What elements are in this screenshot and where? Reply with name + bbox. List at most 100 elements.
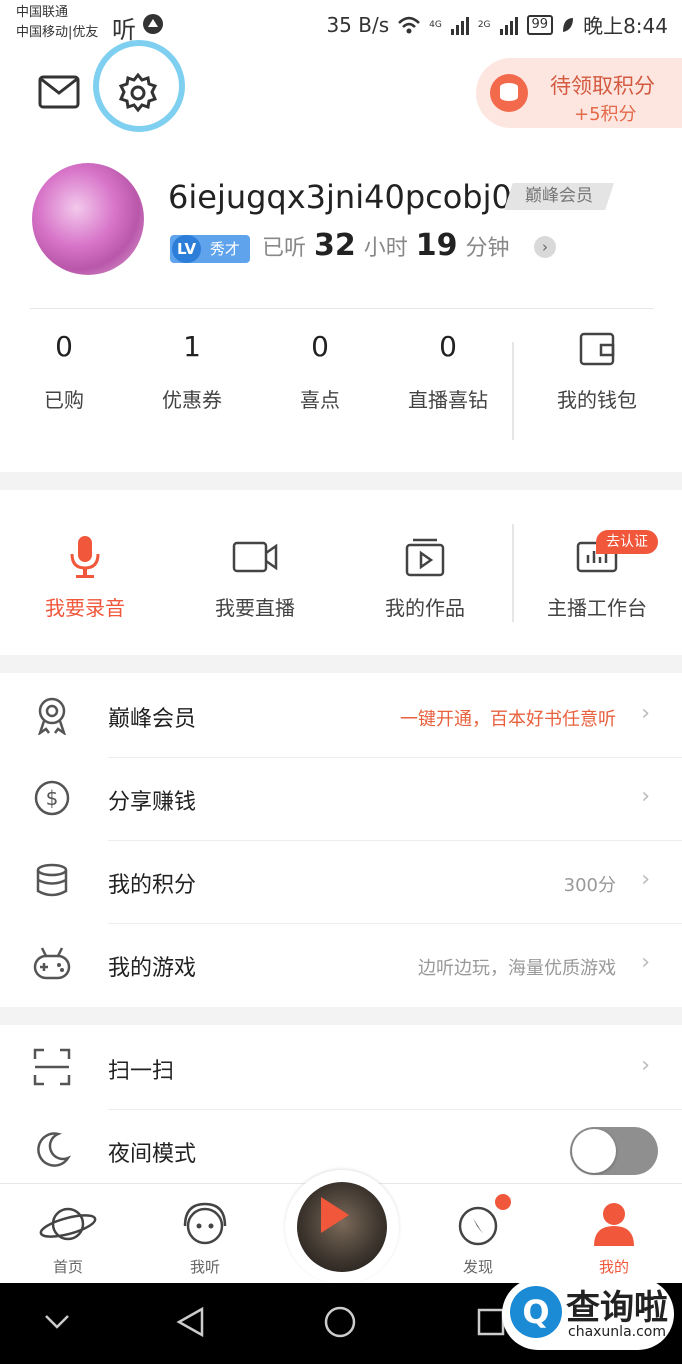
stat-label: 喜点 [300,388,340,412]
tool-label: 我要直播 [215,596,295,620]
stat-label: 已购 [44,388,84,412]
watermark-title: 查询啦 [566,1288,668,1328]
status-bar: 中国联通 中国移动|优友 听 35 B/s 4G 2G 99 晚上8:44 [0,0,682,48]
chevron-right-icon: › [641,784,650,809]
listen-time[interactable]: 已听 32 小时 19 分钟 [262,228,510,263]
watermark-site: chaxunla.com [568,1324,666,1340]
level-title: 秀才 [209,240,240,258]
play-folder-icon [405,538,445,577]
stat-xidian[interactable]: 0 喜点 [256,330,384,413]
microphone-icon [70,536,100,578]
claim-points-button[interactable]: 待领取积分 +5积分 [476,58,682,128]
menu-row-points[interactable]: 我的积分 300分 › [0,841,682,924]
menu-row-vip[interactable]: 巅峰会员 一键开通，百本好书任意听 › [0,675,682,758]
wallet-icon [579,332,615,366]
signal-icon-2 [499,16,518,35]
section-gap [0,1007,682,1025]
menu-row-share[interactable]: $ 分享赚钱 › [0,758,682,841]
clock: 晚上8:44 [583,14,668,38]
points-sub: +5积分 [574,104,637,125]
night-mode-toggle[interactable] [570,1127,658,1175]
menu-title: 我的游戏 [108,956,197,981]
stat-coupons[interactable]: 1 优惠券 [128,330,256,413]
level-label: LV [172,235,202,263]
menu-right-text: 边听边玩，海量优质游戏 [418,958,616,979]
avatar[interactable] [32,163,144,275]
tab-label: 首页 [52,1258,83,1276]
section-gap [0,472,682,490]
play-icon [321,1197,349,1233]
wallet-button[interactable]: 我的钱包 [532,330,662,413]
stat-value: 0 [311,330,329,363]
menu-row-scan[interactable]: 扫一扫 › [0,1027,682,1110]
chevron-down-icon[interactable] [44,1313,70,1331]
stat-purchased[interactable]: 0 已购 [0,330,128,413]
coins-stack-icon [36,863,68,897]
toggle-knob [572,1129,616,1173]
person-icon [594,1203,634,1246]
level-badge[interactable]: LV 秀才 [170,235,250,263]
chevron-right-icon: › [641,950,650,975]
net-speed: 35 B/s [326,12,390,37]
status-right: 35 B/s 4G 2G 99 晚上8:44 [326,10,668,39]
tool-label: 主播工作台 [547,596,647,620]
stat-label: 直播喜钻 [408,388,488,412]
tab-discover[interactable]: 发现 [428,1200,528,1277]
battery-indicator: 99 [526,14,554,35]
tab-label: 我的 [598,1258,629,1276]
home-icon[interactable] [323,1305,357,1339]
wifi-icon [398,16,421,33]
back-icon[interactable] [174,1305,208,1339]
svg-text:$: $ [46,786,59,810]
tab-listen[interactable]: 我听 [155,1200,255,1277]
tab-mine[interactable]: 我的 [564,1200,664,1277]
tool-label: 我的作品 [385,596,465,620]
planet-icon [39,1207,97,1241]
menu-title: 我的积分 [108,873,197,898]
headphone-face-icon [183,1202,227,1245]
bottom-tab-bar: 首页 我听 发现 我的 [0,1170,682,1284]
section-gap [0,655,682,673]
moon-icon [37,1132,72,1167]
chevron-right-icon: › [641,1053,650,1078]
mail-icon[interactable] [38,74,80,110]
scan-icon [33,1048,71,1086]
hours-unit: 小时 [363,236,408,261]
tab-label: 发现 [462,1258,493,1276]
tab-home[interactable]: 首页 [18,1200,118,1277]
net-type-2: 2G [477,19,491,30]
now-playing-button[interactable] [285,1170,399,1284]
menu-title: 巅峰会员 [108,707,197,732]
tool-live[interactable]: 我要直播 [170,532,340,621]
gamepad-icon [33,947,71,980]
annotation-circle [93,40,185,132]
stat-value: 0 [439,330,457,363]
username[interactable]: 6iejugqx3jni40pcobj0 [168,178,512,216]
stat-value: 1 [183,330,201,363]
vip-tag: 巅峰会员 [504,183,614,210]
medal-icon [38,697,66,735]
stat-value: 0 [55,330,73,363]
tool-works[interactable]: 我的作品 [340,532,510,621]
carrier-label-1: 中国联通 [16,5,69,20]
menu-row-games[interactable]: 我的游戏 边听边玩，海量优质游戏 › [0,924,682,1007]
minutes-unit: 分钟 [465,236,510,261]
stat-label: 优惠券 [162,388,222,412]
chevron-right-icon[interactable]: › [534,236,556,258]
points-title: 待领取积分 [550,74,655,98]
watermark-logo: Q 查询啦 chaxunla.com [502,1278,674,1350]
menu-title: 夜间模式 [108,1142,197,1167]
carrier-label-2: 中国移动|优友 [16,25,99,40]
stat-live-diamonds[interactable]: 0 直播喜钻 [384,330,512,413]
signal-icon-1 [450,16,469,35]
menu-right-text: 300分 [563,875,616,896]
chevron-right-icon: › [641,867,650,892]
divider [30,308,654,309]
verify-badge[interactable]: 去认证 [596,530,658,554]
watermark-q: Q [510,1286,562,1338]
notification-dot [495,1194,511,1210]
menu-right-text: 一键开通，百本好书任意听 [400,709,616,730]
tab-label: 我听 [189,1258,220,1276]
wallet-label: 我的钱包 [557,388,637,412]
tool-record[interactable]: 我要录音 [0,532,170,621]
